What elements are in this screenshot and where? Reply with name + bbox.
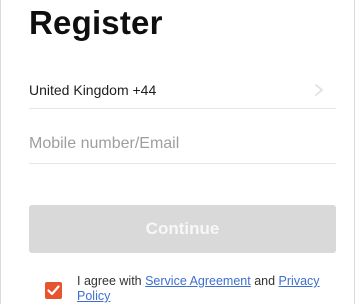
checkmark-icon bbox=[47, 285, 60, 296]
mobile-field-row bbox=[29, 128, 336, 164]
register-screen: Register United Kingdom +44 Continue I a… bbox=[0, 0, 355, 304]
continue-button[interactable]: Continue bbox=[29, 205, 336, 253]
service-agreement-link[interactable]: Service Agreement bbox=[145, 274, 251, 288]
privacy-link-word-1: Privacy bbox=[278, 274, 320, 288]
service-link-word-2: Agreement bbox=[189, 274, 251, 288]
agreement-prefix: I agree with bbox=[77, 274, 146, 288]
agreement-and: and bbox=[250, 274, 279, 288]
page-title: Register bbox=[29, 4, 163, 41]
agreement-text: I agree with Service Agreement and Priva… bbox=[77, 274, 329, 304]
country-code-selector[interactable]: United Kingdom +44 bbox=[29, 72, 336, 109]
service-link-word-1: Service bbox=[145, 274, 187, 288]
agreement-checkbox[interactable] bbox=[45, 282, 62, 299]
mobile-email-input[interactable] bbox=[29, 135, 336, 153]
country-code-label: United Kingdom +44 bbox=[29, 82, 157, 98]
chevron-right-icon bbox=[314, 83, 324, 97]
privacy-link-word-2: Policy bbox=[77, 289, 111, 303]
